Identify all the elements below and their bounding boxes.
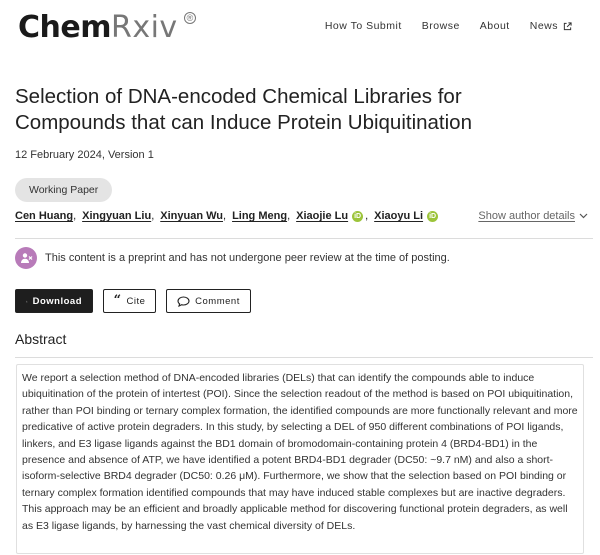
download-button[interactable]: Download	[15, 289, 93, 313]
preprint-notice-text: This content is a preprint and has not u…	[45, 252, 450, 264]
cite-button[interactable]: “ Cite	[103, 289, 156, 313]
divider	[15, 238, 593, 239]
author-separator: ,	[287, 210, 291, 222]
nav-news[interactable]: News	[530, 20, 572, 32]
abstract-heading: Abstract	[15, 331, 67, 347]
comment-button[interactable]: Comment	[166, 289, 251, 313]
author-separator: ,	[223, 210, 227, 222]
publication-date: 12 February 2024, Version 1	[15, 149, 154, 161]
nav-news-label: News	[529, 20, 558, 32]
author-link[interactable]: Xiaojie Lu	[296, 210, 348, 222]
main-nav: How To Submit Browse About News	[325, 20, 572, 32]
cite-label: Cite	[126, 295, 146, 307]
download-icon	[26, 300, 28, 302]
quote-icon: “	[113, 293, 122, 308]
divider	[15, 357, 593, 358]
action-buttons: Download “ Cite Comment	[15, 289, 251, 313]
author-separator: ,	[151, 210, 155, 222]
show-author-details-link[interactable]: Show author details	[478, 210, 588, 222]
author-link[interactable]: Xiaoyu Li	[374, 210, 423, 222]
author-link[interactable]: Xinyuan Wu	[160, 210, 223, 222]
article-title: Selection of DNA-encoded Chemical Librar…	[15, 85, 472, 134]
nav-browse[interactable]: Browse	[422, 20, 460, 32]
orcid-icon[interactable]: iD	[427, 210, 439, 222]
download-label: Download	[32, 295, 82, 307]
logo-secondary-text: Rxiv	[110, 10, 178, 45]
no-peer-review-icon	[15, 247, 37, 269]
author-separator: ,	[73, 210, 77, 222]
chemrxiv-logo[interactable]: Chem Rxiv ®	[18, 10, 196, 45]
nav-about[interactable]: About	[480, 20, 510, 32]
comment-label: Comment	[195, 295, 240, 307]
site-header: Chem Rxiv ® How To Submit Browse About Ne…	[0, 0, 600, 56]
author-link[interactable]: Xingyuan Liu	[82, 210, 151, 222]
comment-icon	[177, 295, 190, 307]
logo-primary-text: Chem	[18, 10, 111, 45]
registered-mark: ®	[184, 12, 196, 24]
preprint-notice: This content is a preprint and has not u…	[15, 247, 450, 269]
status-badge: Working Paper	[15, 178, 113, 202]
author-separator: ,	[365, 210, 369, 222]
author-link[interactable]: Ling Meng	[232, 210, 287, 222]
author-list: Cen Huang, Xingyuan Liu, Xinyuan Wu, Lin…	[15, 210, 439, 222]
author-link[interactable]: Cen Huang	[15, 210, 73, 222]
nav-how-to-submit[interactable]: How To Submit	[325, 20, 402, 32]
chevron-down-icon	[579, 213, 588, 219]
show-author-details-label: Show author details	[478, 210, 575, 222]
orcid-icon[interactable]: iD	[352, 210, 364, 222]
external-link-icon	[563, 21, 572, 30]
abstract-text: We report a selection method of DNA-enco…	[16, 364, 584, 554]
